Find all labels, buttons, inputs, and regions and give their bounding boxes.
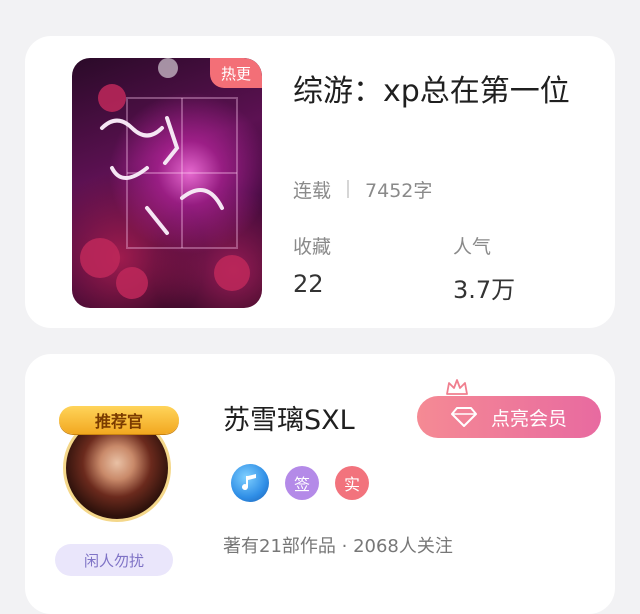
music-note-icon[interactable]: [231, 464, 269, 502]
author-meta: 著有21部作品 · 2068人关注: [223, 536, 453, 557]
popularity-count: 3.7万: [453, 276, 516, 304]
book-status-row: 连载 7452字: [293, 176, 432, 202]
favorites-count: 22: [293, 270, 324, 298]
music-note-glyph: [242, 474, 256, 491]
author-avatar-group[interactable]: 推荐官: [59, 406, 179, 522]
signed-author-badge[interactable]: 签: [285, 466, 319, 500]
diamond-icon: [450, 407, 477, 427]
serial-status: 连载: [293, 179, 332, 202]
divider: [347, 180, 350, 198]
popularity-label: 人气: [453, 236, 492, 258]
author-card: 推荐官 闲人勿扰 苏雪璃SXL 点亮会员 签 实 著有21部作品 · 2068人…: [25, 354, 615, 614]
author-name[interactable]: 苏雪璃SXL: [223, 398, 355, 437]
activate-vip-button[interactable]: 点亮会员: [417, 396, 601, 438]
book-cover[interactable]: 热更: [72, 58, 262, 308]
recommender-badge: 推荐官: [59, 406, 179, 434]
cover-art: [80, 58, 250, 299]
book-title[interactable]: 综游：xp总在第一位: [293, 70, 593, 114]
hot-update-badge: 热更: [210, 58, 262, 88]
author-badges: 签 实: [231, 464, 369, 502]
book-card[interactable]: 热更 综游：xp总在第一位 连载 7452字 收藏 22 人气 3.7万: [25, 36, 615, 328]
vip-button-label: 点亮会员: [490, 407, 567, 430]
favorites-label: 收藏: [293, 236, 332, 258]
status-tag: 闲人勿扰: [55, 544, 173, 576]
crown-icon: [446, 379, 468, 395]
verified-badge[interactable]: 实: [335, 466, 369, 500]
word-count: 7452字: [365, 179, 433, 202]
